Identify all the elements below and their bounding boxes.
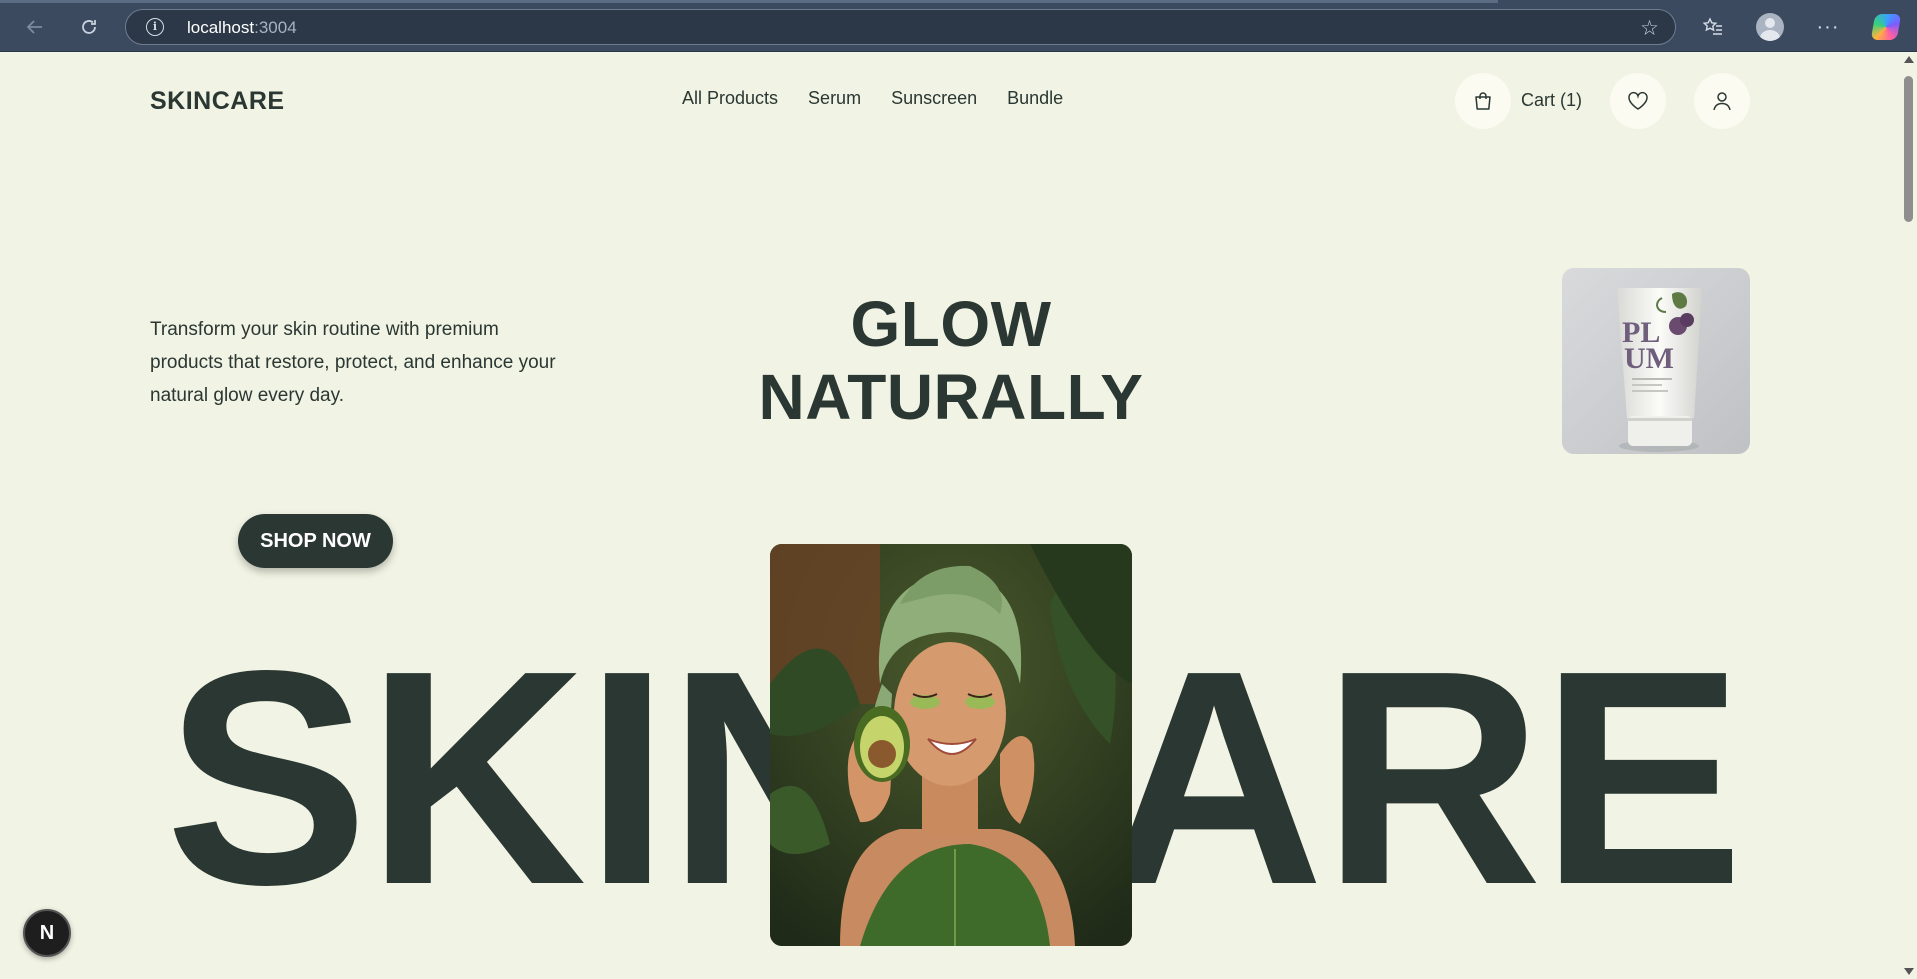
address-bar[interactable]: i localhost:3004 ☆ [125, 9, 1676, 45]
heart-icon [1628, 91, 1648, 110]
profile-button[interactable] [1754, 11, 1786, 43]
page-scrollbar[interactable] [1900, 52, 1917, 979]
scroll-up-arrow-icon[interactable] [1904, 56, 1914, 63]
hero-title-line1: GLOW [850, 288, 1052, 360]
copilot-button[interactable] [1870, 11, 1902, 43]
nav-link-bundle[interactable]: Bundle [1007, 88, 1063, 109]
plum-tube-image: PL UM [1617, 288, 1702, 452]
scroll-down-arrow-icon[interactable] [1904, 968, 1914, 975]
cart-button[interactable] [1455, 73, 1511, 129]
hero-description: Transform your skin routine with premium… [150, 319, 556, 406]
page-content: SKINCARE All Products Serum Sunscreen Bu… [0, 53, 1900, 979]
account-button[interactable] [1694, 73, 1750, 129]
back-arrow-icon [26, 20, 42, 34]
nav-link-all-products[interactable]: All Products [682, 88, 778, 109]
nav-link-serum[interactable]: Serum [808, 88, 861, 109]
scrollbar-thumb[interactable] [1904, 76, 1913, 222]
url-port: :3004 [254, 18, 297, 37]
main-nav: All Products Serum Sunscreen Bundle [682, 88, 1063, 109]
model-with-avocado-image [770, 544, 1132, 946]
user-icon [1713, 92, 1731, 111]
back-button[interactable] [20, 12, 50, 42]
copilot-icon [1870, 14, 1902, 40]
url-host: localhost [187, 18, 255, 37]
favorite-star-icon[interactable]: ☆ [1640, 16, 1659, 41]
site-logo[interactable]: SKINCARE [150, 87, 285, 116]
site-info-icon[interactable]: i [146, 18, 164, 36]
product-label-line2: UM [1624, 342, 1674, 375]
reload-icon [82, 20, 96, 34]
shopping-bag-icon [1475, 92, 1491, 110]
nav-link-sunscreen[interactable]: Sunscreen [891, 88, 977, 109]
featured-product-image[interactable]: PL UM [1562, 268, 1750, 454]
loading-bar [0, 0, 1498, 3]
reload-button[interactable] [74, 12, 104, 42]
browser-toolbar: i localhost:3004 ☆ ··· [0, 0, 1917, 52]
favorites-list-icon [1702, 17, 1722, 35]
hero-title: GLOW NATURALLY [720, 288, 1182, 434]
nextjs-dev-badge[interactable]: N [23, 909, 71, 957]
hero-model-image [770, 544, 1132, 946]
shop-now-button[interactable]: SHOP NOW [238, 514, 393, 568]
wishlist-button[interactable] [1610, 73, 1666, 129]
cart-label[interactable]: Cart (1) [1521, 90, 1582, 111]
favorites-button[interactable] [1697, 11, 1729, 43]
more-menu-icon[interactable]: ··· [1812, 11, 1844, 43]
profile-avatar-icon [1756, 13, 1784, 41]
hero-title-line2: NATURALLY [758, 361, 1144, 433]
url-text[interactable]: localhost:3004 [187, 18, 297, 38]
